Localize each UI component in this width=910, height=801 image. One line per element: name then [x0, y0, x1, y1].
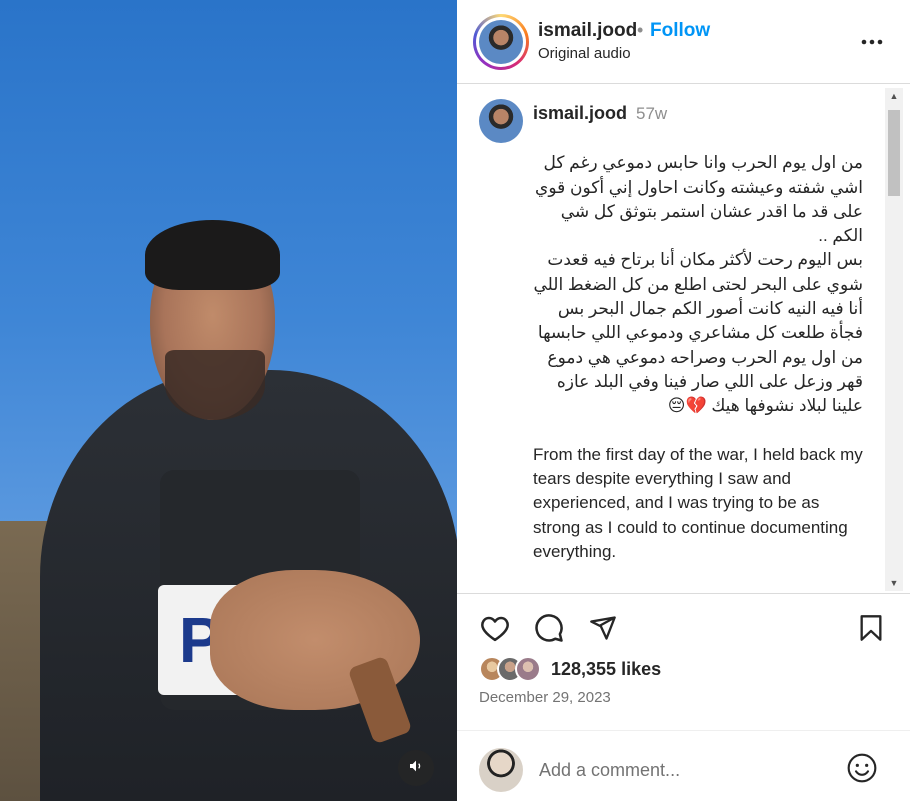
post-panel: ismail.jood • Follow Original audio isma…	[457, 0, 910, 801]
post-header: ismail.jood • Follow Original audio	[457, 0, 910, 84]
caption-text: من اول يوم الحرب وانا حابس دموعي رغم كل …	[533, 127, 863, 593]
emoji-button[interactable]	[845, 753, 879, 787]
comment-button[interactable]	[531, 612, 567, 648]
liked-by-avatars[interactable]	[479, 656, 549, 684]
caption-avatar[interactable]	[479, 99, 523, 143]
bookmark-icon	[858, 614, 884, 647]
mute-button[interactable]	[398, 750, 434, 786]
person-beard	[165, 350, 265, 420]
caption-section: ismail.jood 57w من اول يوم الحرب وانا حا…	[457, 85, 910, 593]
share-button[interactable]	[585, 612, 621, 648]
reel-video[interactable]: PRES	[0, 0, 457, 801]
audio-label[interactable]: Original audio	[538, 45, 631, 62]
scroll-down-arrow[interactable]: ▼	[885, 575, 903, 591]
speaker-icon	[408, 758, 424, 779]
heart-icon	[480, 614, 510, 647]
scroll-up-arrow[interactable]: ▲	[885, 88, 903, 104]
post-date[interactable]: December 29, 2023	[479, 689, 611, 706]
more-icon	[861, 32, 883, 50]
liker-avatar	[515, 656, 541, 682]
follow-button[interactable]: Follow	[650, 20, 710, 42]
like-button[interactable]	[477, 612, 513, 648]
profile-avatar[interactable]	[473, 14, 529, 70]
comment-input[interactable]	[539, 755, 839, 785]
person-hair	[145, 220, 280, 290]
actions-section: 128,355 likes December 29, 2023	[457, 593, 910, 801]
comment-bar	[457, 730, 910, 801]
scroll-thumb[interactable]	[888, 110, 900, 196]
comment-icon	[534, 613, 564, 648]
share-icon	[589, 614, 617, 647]
separator-dot: •	[637, 20, 644, 40]
caption-scrollbar[interactable]: ▲ ▼	[885, 88, 903, 591]
current-user-avatar	[479, 748, 523, 792]
caption-username[interactable]: ismail.jood	[533, 103, 627, 124]
header-username[interactable]: ismail.jood	[538, 20, 637, 42]
caption-english: From the first day of the war, I held ba…	[533, 444, 863, 593]
save-button[interactable]	[853, 612, 889, 648]
caption-arabic: من اول يوم الحرب وانا حابس دموعي رغم كل …	[533, 153, 863, 416]
caption-time[interactable]: 57w	[636, 104, 667, 124]
more-options-button[interactable]	[859, 28, 885, 54]
emoji-icon	[846, 752, 878, 789]
likes-count[interactable]: 128,355 likes	[551, 659, 661, 680]
